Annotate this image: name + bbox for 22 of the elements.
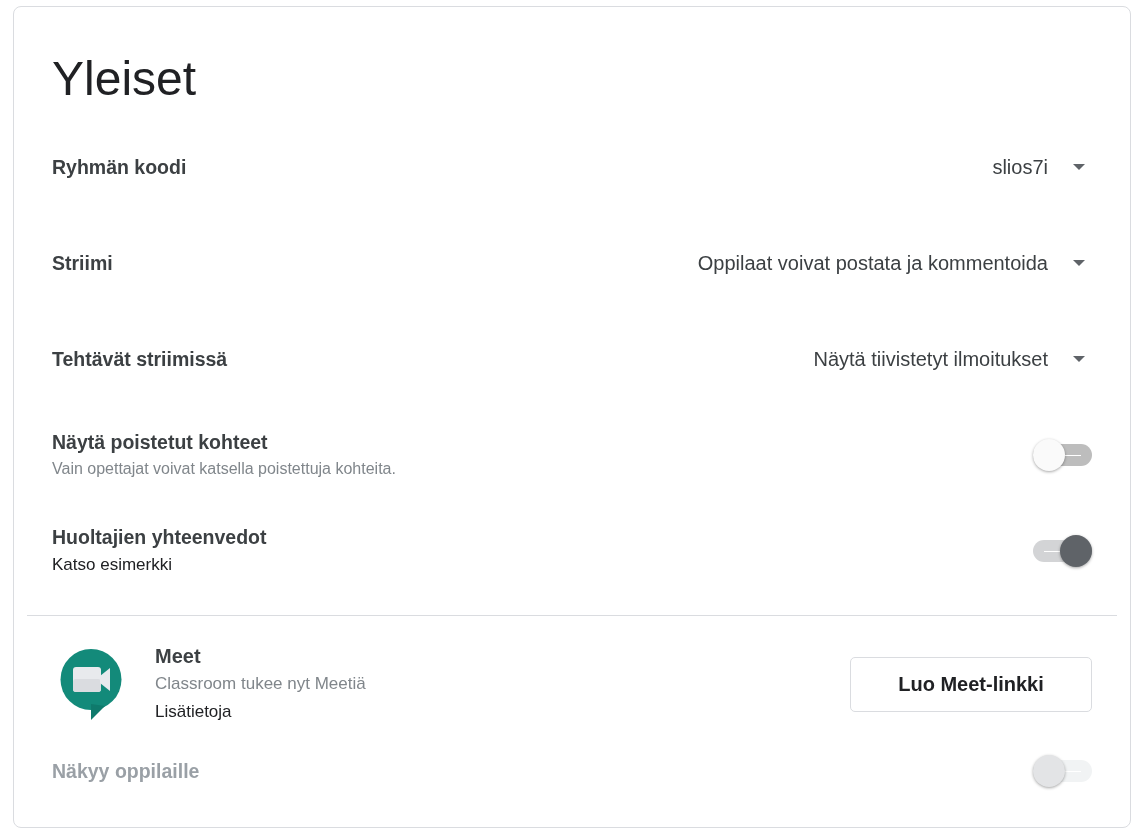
- setting-label: Ryhmän koodi: [52, 155, 187, 180]
- dropdown[interactable]: slios7i: [992, 152, 1092, 182]
- setting-label: Näkyy oppilaille: [52, 759, 200, 784]
- dropdown[interactable]: Näytä tiivistetyt ilmoitukset: [813, 344, 1092, 374]
- caret-icon: [1073, 356, 1085, 362]
- video-chat-bubble-icon: [60, 648, 122, 720]
- caret-icon: [1073, 164, 1085, 170]
- setting-label: Striimi: [52, 251, 113, 276]
- toggle-switch[interactable]: [1033, 439, 1092, 471]
- setting-description: Vain opettajat voivat katsella poistettuja kohteita.: [52, 459, 396, 479]
- setting-label: Näytä poistetut kohteet: [52, 430, 269, 455]
- dropdown[interactable]: Oppilaat voivat postata ja kommentoida: [697, 248, 1092, 278]
- setting-label: Tehtävät striimissä: [52, 347, 228, 372]
- caret-icon: [1073, 260, 1085, 266]
- toggle-switch[interactable]: [1033, 535, 1092, 567]
- section-title: Yleiset: [52, 51, 198, 107]
- setting-label: Huoltajien yhteenvedot: [52, 525, 267, 550]
- app-description: Classroom tukee nyt Meetiä: [155, 673, 367, 695]
- learn-more-link[interactable]: Lisätietoja: [155, 698, 232, 726]
- app-title: Meet: [155, 644, 202, 669]
- create-link-button[interactable]: Luo Meet-linkki: [850, 656, 1092, 712]
- example-link[interactable]: Katso esimerkki: [52, 551, 267, 579]
